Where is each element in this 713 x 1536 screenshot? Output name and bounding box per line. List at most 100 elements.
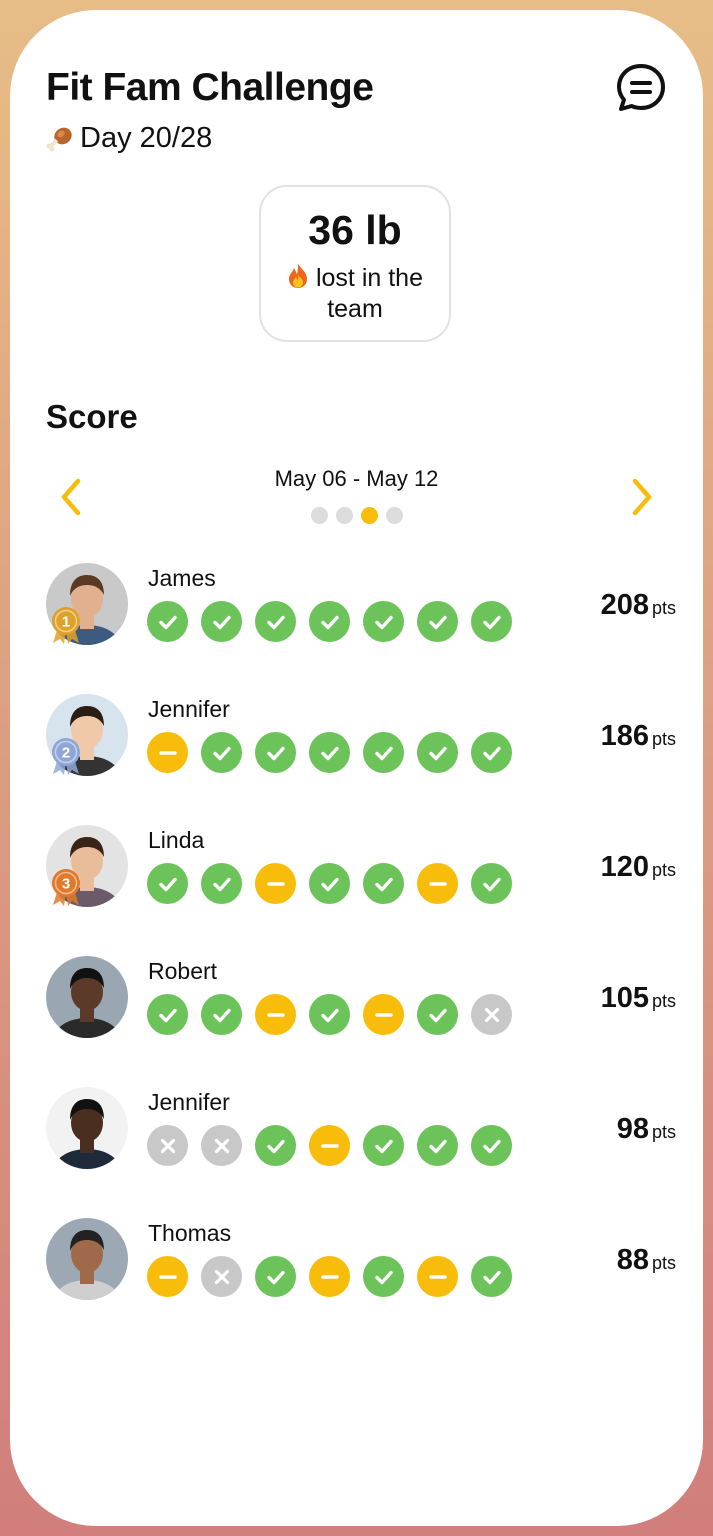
day-status-check-icon xyxy=(417,601,458,642)
day-status-check-icon xyxy=(309,732,350,773)
rank-medal-icon: 2 xyxy=(50,736,82,776)
next-week-button[interactable] xyxy=(623,472,663,522)
participant-name: Linda xyxy=(148,827,205,853)
points: 88 pts xyxy=(617,1244,676,1277)
leaderboard-row[interactable]: 2 Jennifer 186 pts xyxy=(46,694,676,794)
points-unit: pts xyxy=(651,991,676,1011)
participant-name: Jennifer xyxy=(148,1089,230,1115)
chevron-right-icon xyxy=(632,478,652,516)
daily-checkins xyxy=(147,994,512,1035)
day-status-cross-icon xyxy=(201,1125,242,1166)
daily-checkins xyxy=(147,1256,512,1297)
leaderboard-row[interactable]: 3 Linda 120 pts xyxy=(46,825,676,925)
leaderboard-row[interactable]: Thomas 88 pts xyxy=(46,1218,676,1318)
page-indicator xyxy=(10,507,703,524)
day-status-check-icon xyxy=(255,1256,296,1297)
leaderboard-row[interactable]: Jennifer 98 pts xyxy=(46,1087,676,1187)
day-status-check-icon xyxy=(363,601,404,642)
day-status-minus-icon xyxy=(417,1256,458,1297)
day-status-minus-icon xyxy=(255,994,296,1035)
rank-medal-icon: 1 xyxy=(50,605,82,645)
points-unit: pts xyxy=(651,860,676,880)
day-status-cross-icon xyxy=(471,994,512,1035)
app-screen: Fit Fam Challenge Day 20/28 36 lb lost i… xyxy=(10,10,703,1526)
points: 186 pts xyxy=(601,720,676,753)
leaderboard-row[interactable]: 1 James 208 pts xyxy=(46,563,676,663)
day-status-check-icon xyxy=(201,863,242,904)
day-status-check-icon xyxy=(471,732,512,773)
fire-icon xyxy=(289,264,308,288)
day-status-minus-icon xyxy=(309,1256,350,1297)
avatar xyxy=(46,956,128,1038)
points-value: 208 xyxy=(600,589,649,621)
weight-lost-card: 36 lb lost in the team xyxy=(259,185,451,342)
day-status-check-icon xyxy=(417,994,458,1035)
day-status-check-icon xyxy=(471,1256,512,1297)
day-status-check-icon xyxy=(471,601,512,642)
day-status-check-icon xyxy=(471,863,512,904)
points-unit: pts xyxy=(651,598,676,618)
day-status-check-icon xyxy=(417,1125,458,1166)
day-status-minus-icon xyxy=(309,1125,350,1166)
day-status-minus-icon xyxy=(417,863,458,904)
day-status-check-icon xyxy=(201,994,242,1035)
day-status-check-icon xyxy=(147,994,188,1035)
page-dot-4[interactable] xyxy=(385,507,403,524)
chat-bubble-icon xyxy=(617,64,665,111)
day-status-check-icon xyxy=(255,601,296,642)
day-status-check-icon xyxy=(255,732,296,773)
day-status-minus-icon xyxy=(147,732,188,773)
day-counter: Day 20/28 xyxy=(80,122,213,154)
rank-number: 1 xyxy=(62,614,70,631)
participant-name: James xyxy=(148,565,216,591)
chat-button[interactable] xyxy=(615,62,667,114)
day-status-check-icon xyxy=(309,994,350,1035)
day-status-minus-icon xyxy=(147,1256,188,1297)
daily-checkins xyxy=(147,601,512,642)
participant-name: Jennifer xyxy=(148,696,230,722)
day-status-check-icon xyxy=(147,601,188,642)
page-dot-3[interactable] xyxy=(360,507,378,524)
day-status-check-icon xyxy=(201,732,242,773)
weight-lost-label: lost in the team xyxy=(275,263,435,325)
day-status-check-icon xyxy=(417,732,458,773)
participant-name: Robert xyxy=(148,958,218,984)
day-status-check-icon xyxy=(471,1125,512,1166)
week-navigator: May 06 - May 12 xyxy=(10,462,703,532)
day-status-check-icon xyxy=(363,1256,404,1297)
points-value: 120 xyxy=(600,851,649,883)
rank-medal-icon: 3 xyxy=(50,867,82,907)
day-status-check-icon xyxy=(363,732,404,773)
challenge-day: Day 20/28 xyxy=(44,122,212,155)
page-dot-2[interactable] xyxy=(335,507,353,524)
day-status-cross-icon xyxy=(147,1125,188,1166)
score-section-title: Score xyxy=(46,398,138,435)
day-status-minus-icon xyxy=(255,863,296,904)
points: 208 pts xyxy=(601,589,676,622)
day-status-check-icon xyxy=(363,863,404,904)
daily-checkins xyxy=(147,863,512,904)
day-status-check-icon xyxy=(309,601,350,642)
points-value: 105 xyxy=(600,982,649,1014)
day-status-check-icon xyxy=(363,1125,404,1166)
points-value: 98 xyxy=(616,1113,649,1145)
leaderboard-row[interactable]: Robert 105 pts xyxy=(46,956,676,1056)
page-title: Fit Fam Challenge xyxy=(46,66,374,109)
week-range: May 06 - May 12 xyxy=(274,466,439,491)
points-value: 186 xyxy=(600,720,649,752)
participant-name: Thomas xyxy=(148,1220,232,1246)
page-dot-1[interactable] xyxy=(310,507,328,524)
points-unit: pts xyxy=(651,1122,676,1142)
rank-number: 3 xyxy=(62,876,70,893)
day-status-cross-icon xyxy=(201,1256,242,1297)
points-value: 88 xyxy=(616,1244,649,1276)
avatar xyxy=(46,1218,128,1300)
weight-lost-value: 36 lb xyxy=(308,207,402,253)
points: 98 pts xyxy=(617,1113,676,1146)
points-unit: pts xyxy=(651,1253,676,1273)
points-unit: pts xyxy=(651,729,676,749)
stat-label-text: lost in the team xyxy=(315,264,423,323)
drumstick-icon xyxy=(46,127,72,152)
day-status-check-icon xyxy=(147,863,188,904)
daily-checkins xyxy=(147,732,512,773)
